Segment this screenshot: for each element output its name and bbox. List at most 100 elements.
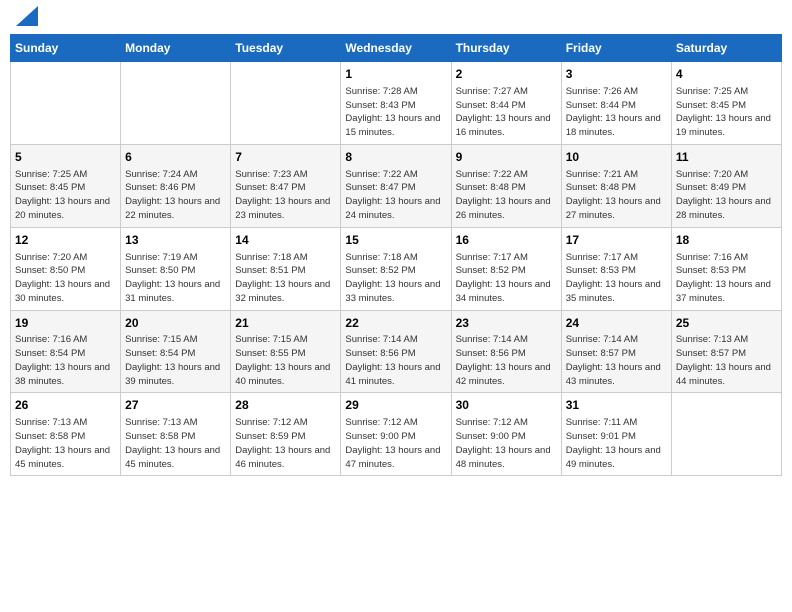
weekday-header-wednesday: Wednesday <box>341 35 451 62</box>
calendar-cell: 23Sunrise: 7:14 AM Sunset: 8:56 PM Dayli… <box>451 310 561 393</box>
day-info: Sunrise: 7:25 AM Sunset: 8:45 PM Dayligh… <box>676 85 777 140</box>
calendar-cell: 14 Sunrise: 7:18 AM Sunset: 8:51 PM Dayli… <box>231 227 341 310</box>
day-info: Sunrise: 7:28 AM Sunset: 8:43 PM Dayligh… <box>345 85 446 140</box>
day-number: 15 <box>345 232 446 249</box>
day-number: 17 <box>566 232 667 249</box>
calendar-cell: 2 Sunrise: 7:27 AM Sunset: 8:44 PM Daylig… <box>451 62 561 145</box>
weekday-header-sunday: Sunday <box>11 35 121 62</box>
day-info: Sunrise: 7:15 AM Sunset: 8:54 PM Dayligh… <box>125 333 226 388</box>
day-number: 30 <box>456 397 557 414</box>
weekday-header-thursday: Thursday <box>451 35 561 62</box>
day-number: 22 <box>345 315 446 332</box>
calendar-cell: 9 Sunrise: 7:22 AM Sunset: 8:48 PM Daylig… <box>451 144 561 227</box>
day-number: 29 <box>345 397 446 414</box>
calendar-cell: 26 Sunrise: 7:13 AM Sunset: 8:58 PM Dayli… <box>11 393 121 476</box>
calendar-cell: 31 Sunrise: 7:11 AM Sunset: 9:01 PM Dayli… <box>561 393 671 476</box>
calendar-week-row: 19Sunrise: 7:16 AM Sunset: 8:54 PM Dayli… <box>11 310 782 393</box>
day-number: 3 <box>566 66 667 83</box>
day-info: Sunrise: 7:11 AM Sunset: 9:01 PM Dayligh… <box>566 416 667 471</box>
day-info: Sunrise: 7:20 AM Sunset: 8:50 PM Dayligh… <box>15 251 116 306</box>
day-number: 6 <box>125 149 226 166</box>
day-number: 7 <box>235 149 336 166</box>
calendar-cell: 18 Sunrise: 7:16 AM Sunset: 8:53 PM Dayli… <box>671 227 781 310</box>
day-info: Sunrise: 7:12 AM Sunset: 9:00 PM Dayligh… <box>345 416 446 471</box>
day-info: Sunrise: 7:19 AM Sunset: 8:50 PM Dayligh… <box>125 251 226 306</box>
day-info: Sunrise: 7:25 AM Sunset: 8:45 PM Dayligh… <box>15 168 116 223</box>
calendar-cell: 30Sunrise: 7:12 AM Sunset: 9:00 PM Dayli… <box>451 393 561 476</box>
calendar-cell: 12 Sunrise: 7:20 AM Sunset: 8:50 PM Dayli… <box>11 227 121 310</box>
calendar-cell: 24Sunrise: 7:14 AM Sunset: 8:57 PM Dayli… <box>561 310 671 393</box>
day-number: 4 <box>676 66 777 83</box>
day-info: Sunrise: 7:26 AM Sunset: 8:44 PM Dayligh… <box>566 85 667 140</box>
day-number: 26 <box>15 397 116 414</box>
calendar-cell: 22Sunrise: 7:14 AM Sunset: 8:56 PM Dayli… <box>341 310 451 393</box>
calendar-cell: 10Sunrise: 7:21 AM Sunset: 8:48 PM Dayli… <box>561 144 671 227</box>
calendar-cell: 5 Sunrise: 7:25 AM Sunset: 8:45 PM Daylig… <box>11 144 121 227</box>
calendar-cell <box>121 62 231 145</box>
day-number: 12 <box>15 232 116 249</box>
calendar-cell <box>11 62 121 145</box>
logo-icon <box>16 6 38 26</box>
weekday-header-friday: Friday <box>561 35 671 62</box>
calendar-cell: 17Sunrise: 7:17 AM Sunset: 8:53 PM Dayli… <box>561 227 671 310</box>
day-number: 31 <box>566 397 667 414</box>
calendar-cell: 21Sunrise: 7:15 AM Sunset: 8:55 PM Dayli… <box>231 310 341 393</box>
day-number: 23 <box>456 315 557 332</box>
calendar-cell: 8 Sunrise: 7:22 AM Sunset: 8:47 PM Daylig… <box>341 144 451 227</box>
page-header <box>10 10 782 26</box>
calendar-cell: 15 Sunrise: 7:18 AM Sunset: 8:52 PM Dayli… <box>341 227 451 310</box>
calendar-cell: 27 Sunrise: 7:13 AM Sunset: 8:58 PM Dayli… <box>121 393 231 476</box>
day-number: 21 <box>235 315 336 332</box>
day-number: 14 <box>235 232 336 249</box>
day-number: 9 <box>456 149 557 166</box>
day-info: Sunrise: 7:16 AM Sunset: 8:53 PM Dayligh… <box>676 251 777 306</box>
calendar-week-row: 12 Sunrise: 7:20 AM Sunset: 8:50 PM Dayli… <box>11 227 782 310</box>
day-info: Sunrise: 7:24 AM Sunset: 8:46 PM Dayligh… <box>125 168 226 223</box>
weekday-header-tuesday: Tuesday <box>231 35 341 62</box>
day-info: Sunrise: 7:22 AM Sunset: 8:48 PM Dayligh… <box>456 168 557 223</box>
calendar-cell <box>671 393 781 476</box>
logo <box>14 10 38 26</box>
calendar-cell: 25Sunrise: 7:13 AM Sunset: 8:57 PM Dayli… <box>671 310 781 393</box>
weekday-header-monday: Monday <box>121 35 231 62</box>
day-number: 8 <box>345 149 446 166</box>
day-info: Sunrise: 7:13 AM Sunset: 8:58 PM Dayligh… <box>15 416 116 471</box>
day-number: 24 <box>566 315 667 332</box>
calendar-cell: 20Sunrise: 7:15 AM Sunset: 8:54 PM Dayli… <box>121 310 231 393</box>
day-info: Sunrise: 7:13 AM Sunset: 8:58 PM Dayligh… <box>125 416 226 471</box>
day-number: 2 <box>456 66 557 83</box>
day-number: 5 <box>15 149 116 166</box>
day-info: Sunrise: 7:22 AM Sunset: 8:47 PM Dayligh… <box>345 168 446 223</box>
calendar-cell: 19Sunrise: 7:16 AM Sunset: 8:54 PM Dayli… <box>11 310 121 393</box>
day-info: Sunrise: 7:27 AM Sunset: 8:44 PM Dayligh… <box>456 85 557 140</box>
day-info: Sunrise: 7:15 AM Sunset: 8:55 PM Dayligh… <box>235 333 336 388</box>
day-number: 16 <box>456 232 557 249</box>
calendar-cell: 11Sunrise: 7:20 AM Sunset: 8:49 PM Dayli… <box>671 144 781 227</box>
calendar-table: SundayMondayTuesdayWednesdayThursdayFrid… <box>10 34 782 476</box>
day-info: Sunrise: 7:21 AM Sunset: 8:48 PM Dayligh… <box>566 168 667 223</box>
day-number: 27 <box>125 397 226 414</box>
weekday-header-row: SundayMondayTuesdayWednesdayThursdayFrid… <box>11 35 782 62</box>
weekday-header-saturday: Saturday <box>671 35 781 62</box>
calendar-cell: 3 Sunrise: 7:26 AM Sunset: 8:44 PM Daylig… <box>561 62 671 145</box>
day-info: Sunrise: 7:16 AM Sunset: 8:54 PM Dayligh… <box>15 333 116 388</box>
calendar-cell: 28 Sunrise: 7:12 AM Sunset: 8:59 PM Dayli… <box>231 393 341 476</box>
day-info: Sunrise: 7:18 AM Sunset: 8:51 PM Dayligh… <box>235 251 336 306</box>
calendar-week-row: 1 Sunrise: 7:28 AM Sunset: 8:43 PM Daylig… <box>11 62 782 145</box>
calendar-cell: 6 Sunrise: 7:24 AM Sunset: 8:46 PM Daylig… <box>121 144 231 227</box>
day-info: Sunrise: 7:20 AM Sunset: 8:49 PM Dayligh… <box>676 168 777 223</box>
day-number: 1 <box>345 66 446 83</box>
day-number: 18 <box>676 232 777 249</box>
calendar-cell <box>231 62 341 145</box>
day-number: 28 <box>235 397 336 414</box>
day-info: Sunrise: 7:18 AM Sunset: 8:52 PM Dayligh… <box>345 251 446 306</box>
calendar-week-row: 26 Sunrise: 7:13 AM Sunset: 8:58 PM Dayli… <box>11 393 782 476</box>
day-info: Sunrise: 7:12 AM Sunset: 8:59 PM Dayligh… <box>235 416 336 471</box>
day-info: Sunrise: 7:17 AM Sunset: 8:52 PM Dayligh… <box>456 251 557 306</box>
day-info: Sunrise: 7:14 AM Sunset: 8:56 PM Dayligh… <box>345 333 446 388</box>
calendar-cell: 4 Sunrise: 7:25 AM Sunset: 8:45 PM Daylig… <box>671 62 781 145</box>
day-info: Sunrise: 7:13 AM Sunset: 8:57 PM Dayligh… <box>676 333 777 388</box>
calendar-cell: 16 Sunrise: 7:17 AM Sunset: 8:52 PM Dayli… <box>451 227 561 310</box>
day-info: Sunrise: 7:14 AM Sunset: 8:57 PM Dayligh… <box>566 333 667 388</box>
day-number: 25 <box>676 315 777 332</box>
